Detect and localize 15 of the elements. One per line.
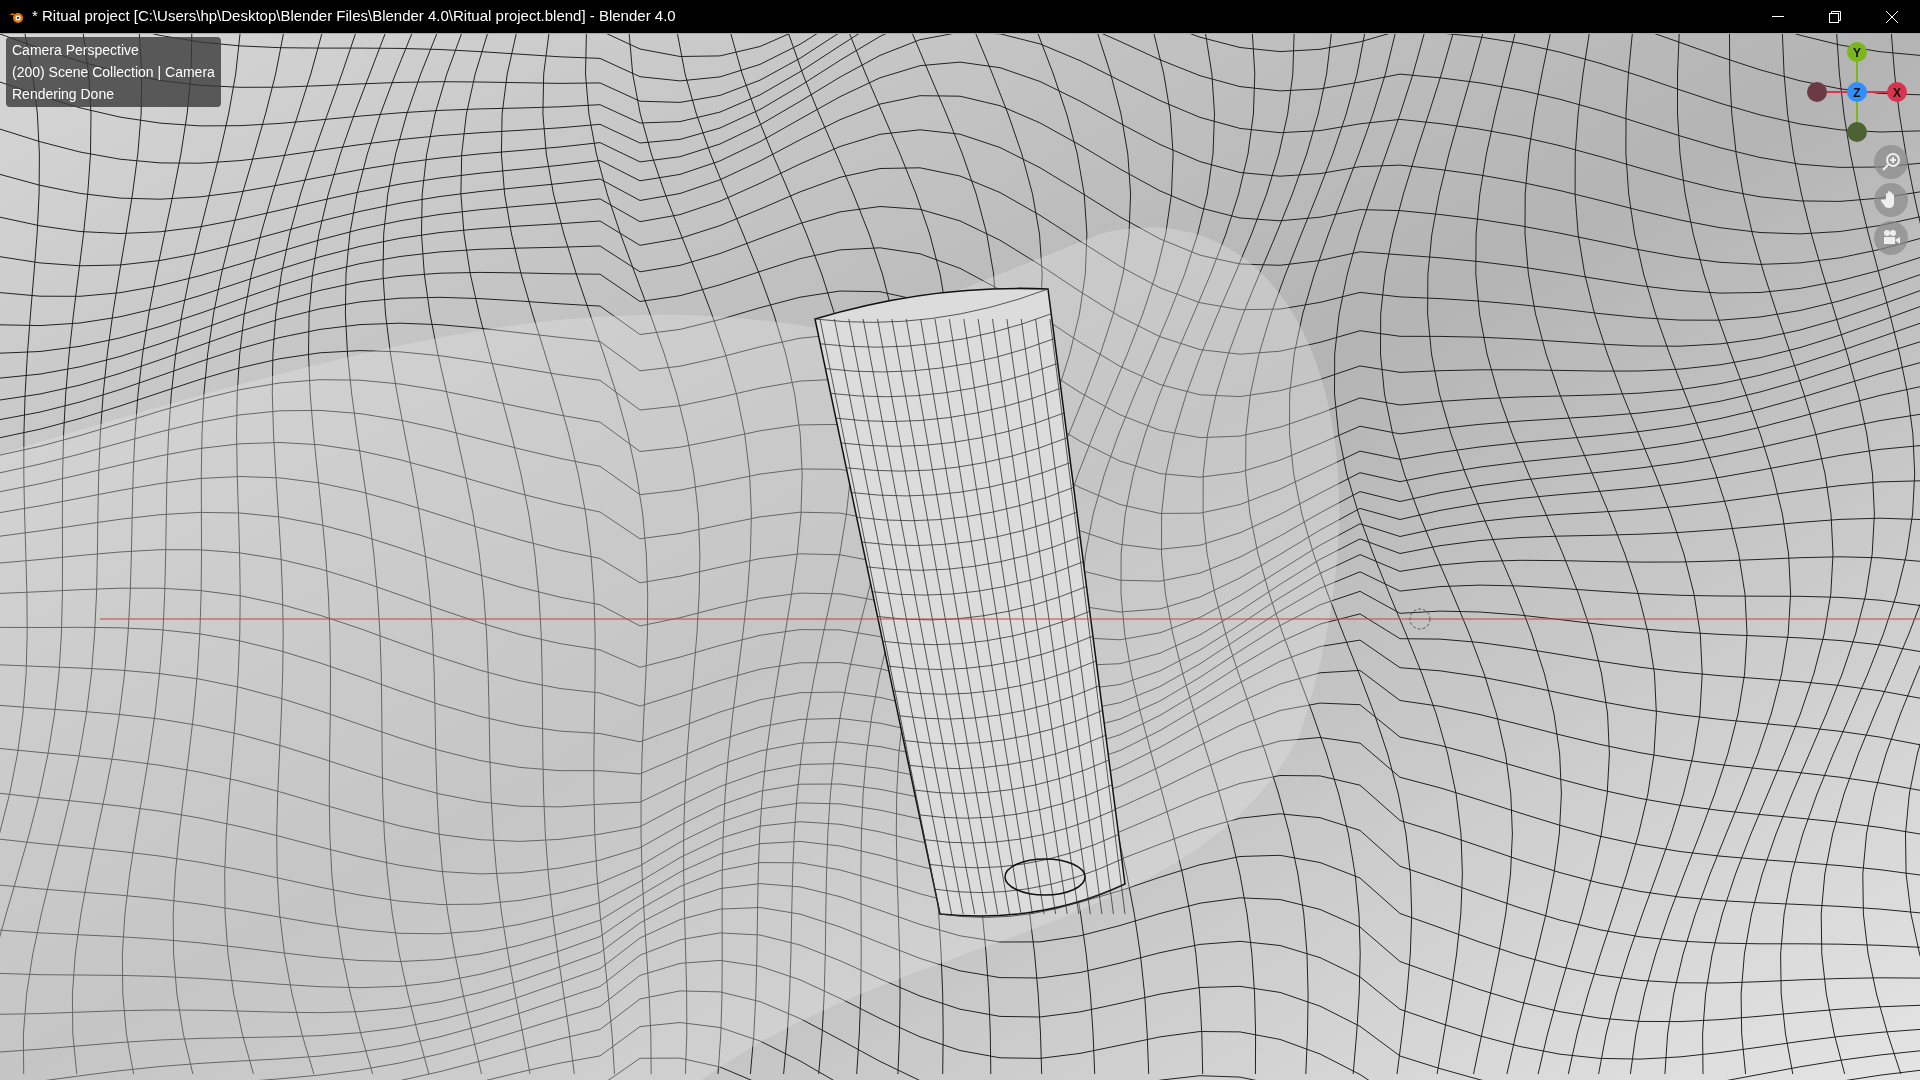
zoom-icon: [1881, 152, 1901, 172]
viewport-overlay-text: Camera Perspective: [12, 41, 140, 60]
negative-axis-handle[interactable]: [1807, 82, 1827, 102]
axis-handle[interactable]: Y: [1847, 42, 1867, 62]
negative-axis-handle[interactable]: [1847, 122, 1867, 142]
axis-handle[interactable]: Z: [1847, 82, 1867, 102]
window-title: * Ritual project [C:\Users\hp\Desktop\Blender Files\Blender 4.0\Ritual project.blend] - Blender 4.0: [32, 6, 676, 27]
minimize-icon: [1771, 15, 1784, 18]
viewport-overlay-text: Rendering Done: [12, 85, 115, 104]
viewport-overlay-text: (200) Scene Collection | Camera: [12, 63, 215, 82]
close-icon: [1885, 10, 1898, 23]
viewport[interactable]: Camera Perspective (200) Scene Collection | Camera Rendering Done Y Z X: [0, 33, 1920, 1080]
axis-handle[interactable]: X: [1887, 82, 1907, 102]
restore-icon: [1828, 10, 1841, 23]
navigation-gizmo[interactable]: Y Z X: [1805, 37, 1909, 161]
